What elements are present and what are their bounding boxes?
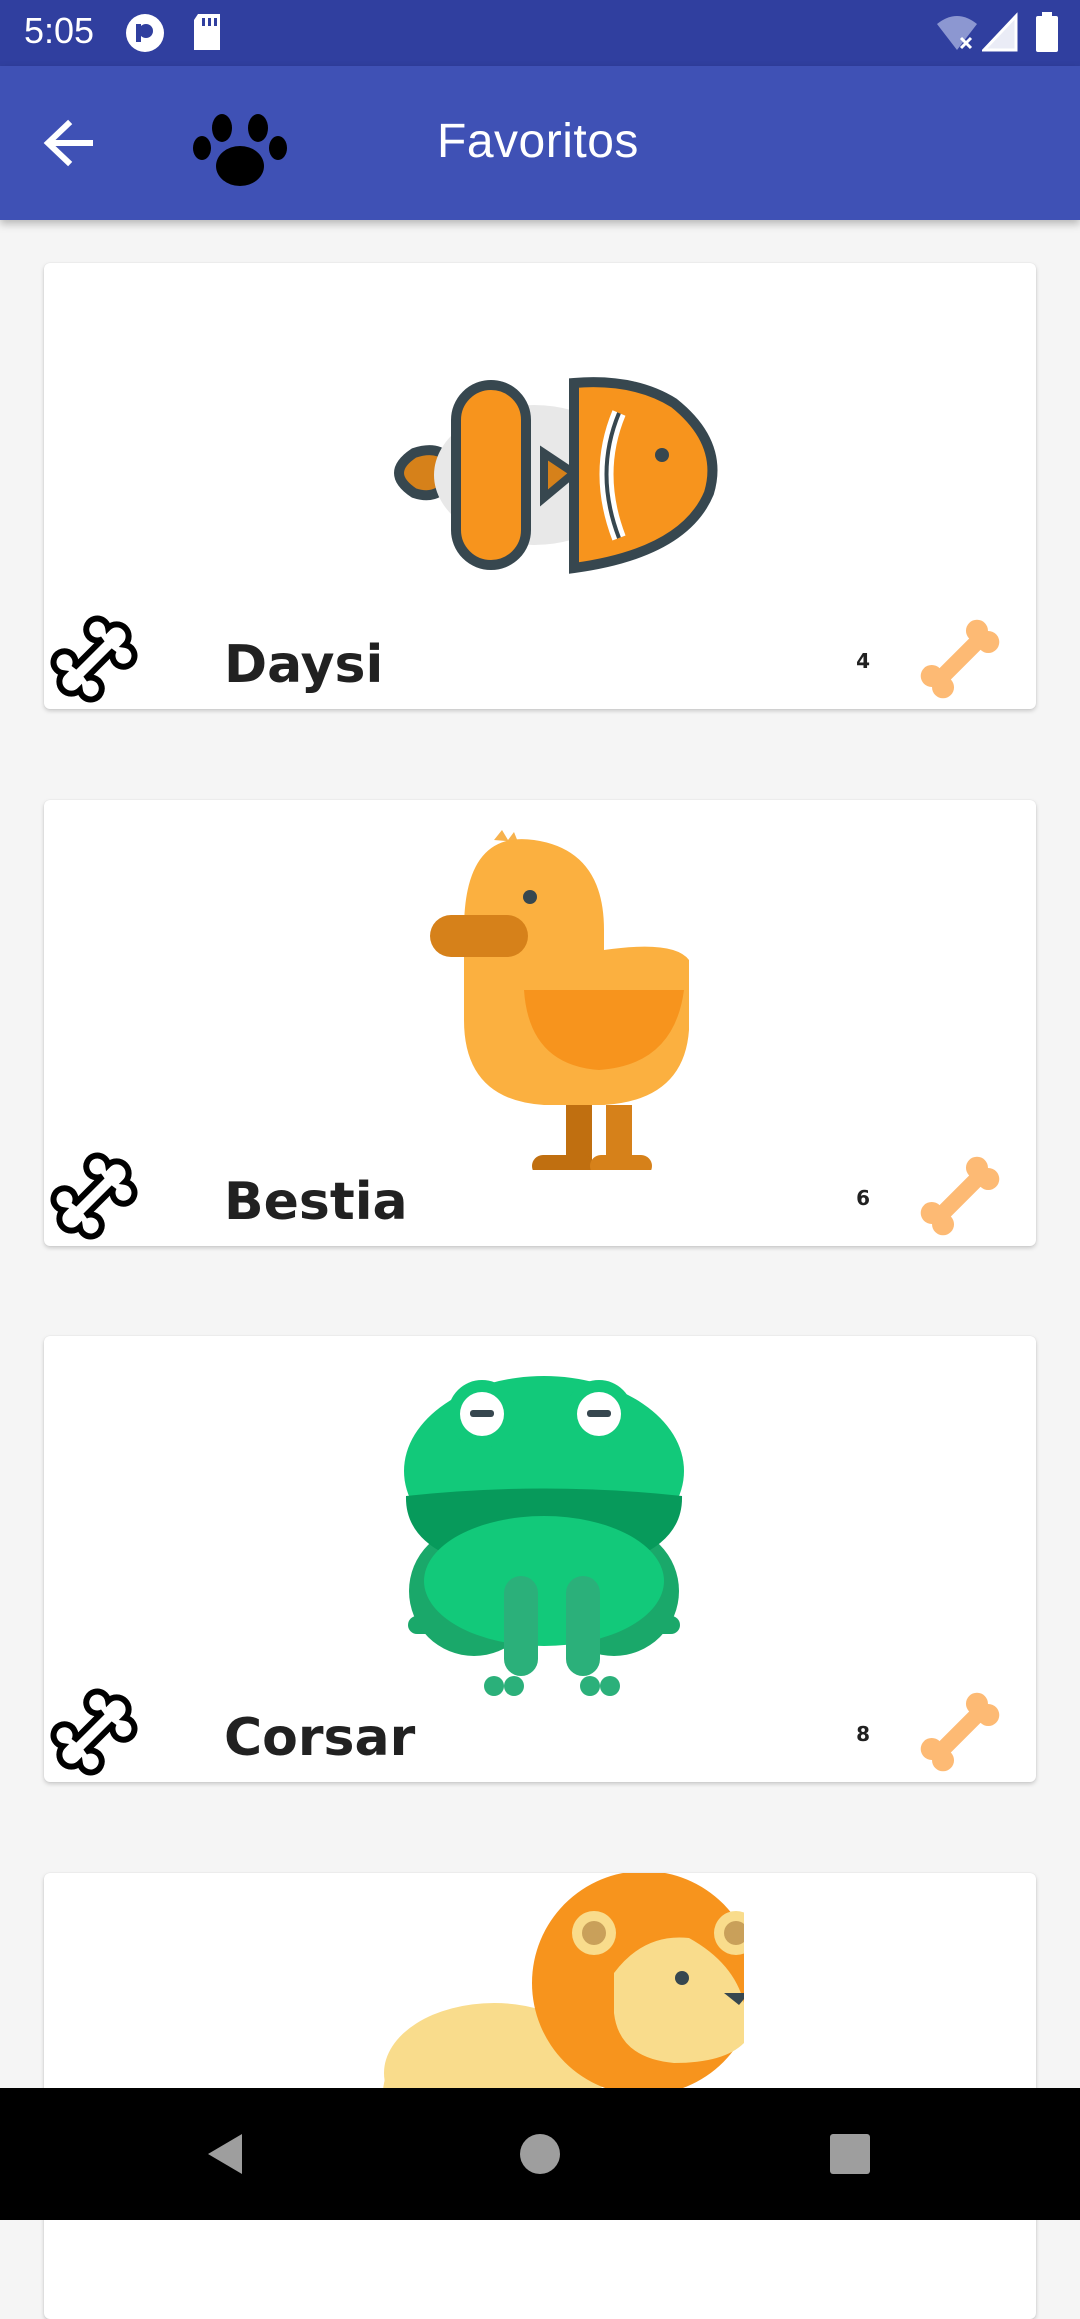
bone-outline-button[interactable] [44, 1682, 144, 1782]
bone-rating-icon[interactable] [910, 609, 1010, 709]
pet-card[interactable]: Daysi 4 [44, 263, 1036, 709]
back-button[interactable] [40, 116, 112, 170]
pet-card[interactable]: Corsar 8 [44, 1336, 1036, 1782]
bone-outline-icon [50, 1688, 138, 1776]
wifi-off-icon [935, 12, 979, 57]
signal-icon [980, 12, 1018, 57]
pet-name: Corsar [224, 1708, 416, 1768]
app-bar: Favoritos [0, 66, 1080, 220]
nav-back-icon [208, 2134, 242, 2174]
frog-image [344, 1366, 744, 1706]
nav-home-icon [520, 2134, 560, 2174]
pet-card[interactable]: Bestia 6 [44, 800, 1036, 1246]
nav-home-button[interactable] [510, 2124, 570, 2184]
pet-count: 4 [856, 649, 870, 673]
pet-count: 8 [856, 1722, 870, 1746]
bone-outline-icon [50, 615, 138, 703]
pet-name: Bestia [224, 1172, 408, 1232]
paw-icon [190, 98, 290, 198]
nav-recents-icon [830, 2134, 870, 2174]
page-title: Favoritos [437, 115, 639, 168]
sd-card-icon [190, 12, 224, 57]
clownfish-image [344, 293, 744, 633]
status-bar: 5:05 [0, 0, 1080, 66]
navigation-bar [0, 2088, 1080, 2220]
status-time: 5:05 [24, 10, 95, 51]
pocket-casts-icon [124, 12, 166, 59]
bone-outline-button[interactable] [44, 1146, 144, 1246]
nav-recents-button[interactable] [820, 2124, 880, 2184]
pet-count: 6 [856, 1186, 870, 1210]
pet-name: Daysi [224, 635, 384, 695]
arrow-left-icon [43, 119, 93, 167]
bone-rating-icon[interactable] [910, 1682, 1010, 1782]
bone-outline-icon [50, 1152, 138, 1240]
bone-outline-button[interactable] [44, 609, 144, 709]
duck-image [344, 830, 744, 1177]
nav-back-button[interactable] [196, 2124, 256, 2184]
battery-icon [1036, 12, 1058, 57]
bone-rating-icon[interactable] [910, 1146, 1010, 1246]
